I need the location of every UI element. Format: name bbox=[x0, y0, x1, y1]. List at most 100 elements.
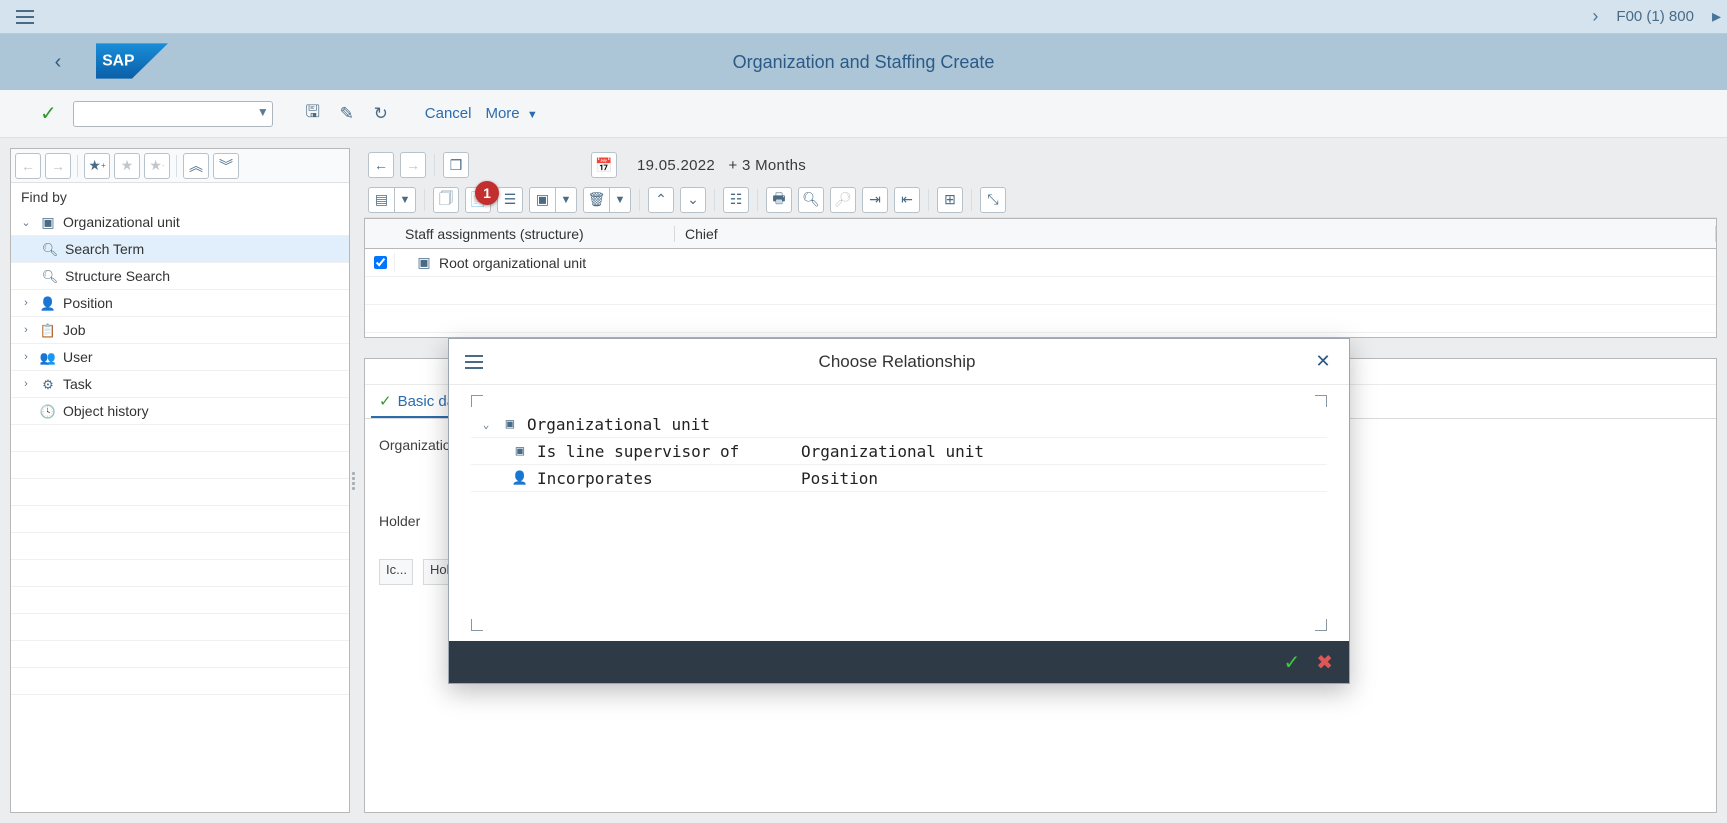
end-chevron-icon[interactable]: ▸ bbox=[1712, 6, 1721, 27]
dialog-footer: ✓ ✖ bbox=[449, 641, 1349, 683]
org-unit-icon bbox=[415, 254, 433, 271]
org-chart-icon[interactable]: ⊞ bbox=[937, 187, 963, 213]
tree-icon[interactable]: ☷ bbox=[723, 187, 749, 213]
calendar-icon[interactable]: 📅 bbox=[591, 152, 617, 178]
separator bbox=[639, 189, 640, 211]
assign-icon[interactable]: ▣ bbox=[529, 187, 555, 213]
corner-marker bbox=[471, 619, 483, 631]
system-id: F00 (1) 800 bbox=[1616, 8, 1694, 25]
grid-row-root[interactable]: Root organizational unit bbox=[365, 249, 1716, 277]
trash-icon[interactable]: 🗑 bbox=[583, 187, 609, 213]
star-remove-icon[interactable]: ★- bbox=[144, 153, 170, 179]
step-badge-1: 1 bbox=[475, 181, 499, 205]
chevron-down-icon[interactable]: ▼ bbox=[555, 187, 577, 213]
move-in-icon[interactable]: ⇥ bbox=[862, 187, 888, 213]
more-button[interactable]: More ▼ bbox=[481, 105, 541, 122]
cancel-button[interactable]: Cancel bbox=[421, 105, 476, 122]
row-checkbox[interactable] bbox=[374, 256, 387, 269]
expand-icon[interactable]: › bbox=[19, 378, 33, 390]
expand-icon[interactable]: › bbox=[19, 324, 33, 336]
chevron-down-icon[interactable]: ▼ bbox=[609, 187, 631, 213]
find-next-icon[interactable]: 🔎︎ bbox=[830, 187, 856, 213]
compress-icon[interactable]: ⤡ bbox=[980, 187, 1006, 213]
forward-chevron-icon[interactable]: › bbox=[1592, 6, 1598, 27]
expand-icon[interactable]: › bbox=[19, 297, 33, 309]
nav-fwd-icon[interactable]: → bbox=[45, 153, 71, 179]
close-icon[interactable]: ✕ bbox=[1311, 350, 1335, 374]
separator bbox=[928, 189, 929, 211]
edit-icon[interactable]: ✎ bbox=[333, 100, 361, 128]
dialog-title: Choose Relationship bbox=[483, 352, 1311, 372]
col-structure[interactable]: Staff assignments (structure) bbox=[395, 226, 675, 242]
title-bar: ‹ SAP Organization and Staffing Create bbox=[0, 34, 1727, 90]
history-icon bbox=[39, 403, 57, 420]
command-field-wrap: ▼ bbox=[73, 101, 273, 127]
tree-empty-row bbox=[11, 479, 349, 506]
choose-relationship-dialog: Choose Relationship ✕ ⌄ Organizational u… bbox=[448, 338, 1350, 684]
tree-node-task[interactable]: › Task bbox=[11, 371, 349, 398]
confirm-icon[interactable]: ✓ bbox=[40, 101, 57, 126]
find-icon[interactable]: 🔍︎ bbox=[798, 187, 824, 213]
nav-back-icon[interactable]: ← bbox=[15, 153, 41, 179]
dialog-menu-icon[interactable] bbox=[465, 355, 483, 369]
nav-fwd-icon[interactable]: → bbox=[400, 152, 426, 178]
tree-empty-row bbox=[11, 668, 349, 695]
tree-empty-row bbox=[11, 641, 349, 668]
rel-node-supervisor[interactable]: Is line supervisor of Organizational uni… bbox=[471, 438, 1327, 465]
structure-toolbar: ▤ ▼ 🗍 📄 1 ☰ ▣ ▼ 🗑 ▼ ⌃ ⌄ ☷ bbox=[364, 182, 1717, 218]
rel-node-root[interactable]: ⌄ Organizational unit bbox=[471, 411, 1327, 438]
down-icon[interactable]: ⌄ bbox=[680, 187, 706, 213]
tree-node-user[interactable]: › User bbox=[11, 344, 349, 371]
splitter-handle[interactable] bbox=[350, 138, 358, 823]
node-label: Organizational unit bbox=[527, 415, 710, 434]
dialog-ok-button[interactable]: ✓ bbox=[1283, 650, 1300, 675]
tab-label: Basic da bbox=[398, 393, 456, 410]
menu-hamburger-icon[interactable] bbox=[16, 10, 34, 24]
tree-node-structure-search[interactable]: Structure Search bbox=[11, 263, 349, 290]
command-field[interactable] bbox=[73, 101, 273, 127]
up-icon[interactable]: ⌃ bbox=[648, 187, 674, 213]
tree-node-position[interactable]: › Position bbox=[11, 290, 349, 317]
expand-icon[interactable]: › bbox=[19, 351, 33, 363]
menu-strip: › F00 (1) 800 ▸ bbox=[0, 0, 1727, 34]
tree-empty-row bbox=[11, 452, 349, 479]
dialog-cancel-button[interactable]: ✖ bbox=[1316, 650, 1333, 675]
copy-icon[interactable]: 🗍 bbox=[433, 187, 459, 213]
collapse-icon[interactable]: ⌄ bbox=[479, 418, 493, 431]
chevron-down-icon[interactable]: ▼ bbox=[394, 187, 416, 213]
corner-marker bbox=[1315, 619, 1327, 631]
org-unit-icon bbox=[501, 416, 519, 432]
back-button[interactable]: ‹ bbox=[42, 46, 74, 78]
tree-node-job[interactable]: › Job bbox=[11, 317, 349, 344]
refresh-icon[interactable]: ↻ bbox=[367, 100, 395, 128]
col-chief[interactable]: Chief bbox=[675, 226, 1716, 242]
rel-node-incorporates[interactable]: Incorporates Position bbox=[471, 465, 1327, 492]
tree-node-object-history[interactable]: Object history bbox=[11, 398, 349, 425]
tree-label: Organizational unit bbox=[63, 214, 180, 230]
tree-node-org-unit[interactable]: ⌄ Organizational unit bbox=[11, 209, 349, 236]
tree-node-search-term[interactable]: Search Term bbox=[11, 236, 349, 263]
layout-split-button[interactable]: ▤ ▼ bbox=[368, 187, 416, 213]
star-add-icon[interactable]: ★+ bbox=[84, 153, 110, 179]
search-icon bbox=[41, 241, 59, 258]
expand-icon[interactable]: ︽ bbox=[183, 153, 209, 179]
relation-label: Is line supervisor of bbox=[537, 442, 739, 461]
org-unit-icon bbox=[39, 214, 57, 231]
assign-split-button[interactable]: ▣ ▼ bbox=[529, 187, 577, 213]
print-icon[interactable]: 🖶 bbox=[766, 187, 792, 213]
svg-text:SAP: SAP bbox=[102, 52, 134, 69]
star-icon[interactable]: ★ bbox=[114, 153, 140, 179]
save-icon[interactable]: 🖫 bbox=[299, 100, 327, 128]
cube-icon[interactable]: ❒ bbox=[443, 152, 469, 178]
user-icon bbox=[39, 349, 57, 366]
tree-label: Task bbox=[63, 376, 92, 392]
collapse-icon[interactable]: ︾ bbox=[213, 153, 239, 179]
tree-empty-row bbox=[11, 425, 349, 452]
delete-split-button[interactable]: 🗑 ▼ bbox=[583, 187, 631, 213]
nav-back-icon[interactable]: ← bbox=[368, 152, 394, 178]
hierarchy-icon[interactable]: ☰ bbox=[497, 187, 523, 213]
collapse-icon[interactable]: ⌄ bbox=[19, 216, 33, 229]
move-out-icon[interactable]: ⇤ bbox=[894, 187, 920, 213]
th-icon[interactable]: Ic... bbox=[379, 559, 413, 585]
layout-icon[interactable]: ▤ bbox=[368, 187, 394, 213]
